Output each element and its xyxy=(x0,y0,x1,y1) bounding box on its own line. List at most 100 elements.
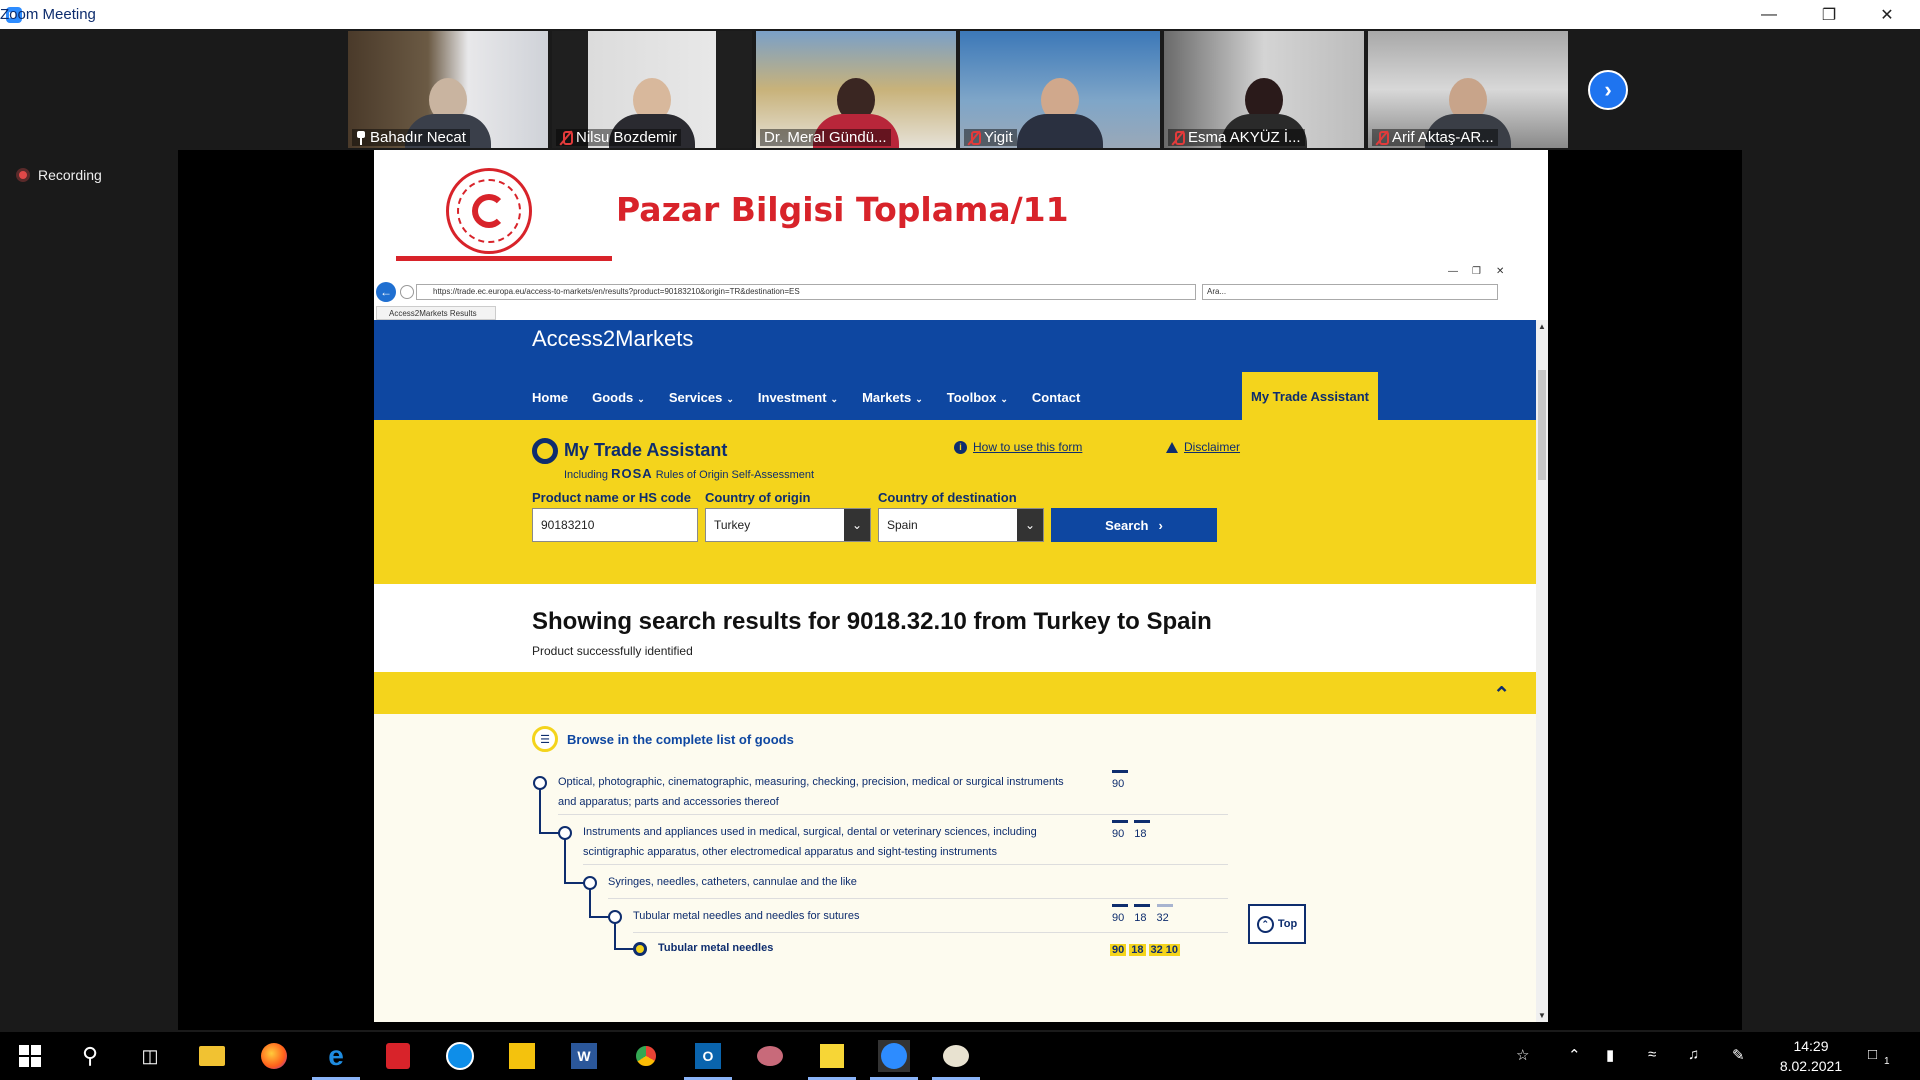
snip-tool-icon[interactable] xyxy=(754,1040,786,1072)
browser-restore-button[interactable]: ❐ xyxy=(1472,266,1481,277)
tree-node-selected[interactable] xyxy=(633,942,647,956)
chevron-right-icon: › xyxy=(1604,77,1612,102)
people-icon[interactable]: ☆ xyxy=(1516,1046,1529,1064)
tree-node[interactable] xyxy=(583,876,597,890)
word-icon[interactable]: W xyxy=(568,1040,600,1072)
tree-item-text[interactable]: Tubular metal needles xyxy=(658,938,958,958)
search-button[interactable]: Search › xyxy=(1051,508,1217,542)
trade-assistant-form: My Trade Assistant Including ROSA Rules … xyxy=(374,420,1536,584)
file-explorer-icon[interactable] xyxy=(196,1040,228,1072)
windows-logo-icon xyxy=(19,1045,41,1067)
divider xyxy=(633,932,1228,933)
close-button[interactable]: ✕ xyxy=(1858,0,1916,29)
forward-arrow-icon[interactable] xyxy=(400,285,414,299)
media-player-icon[interactable] xyxy=(506,1040,538,1072)
zoom-title-bar: Zoom Meeting — ❐ ✕ xyxy=(0,0,1920,29)
browse-goods-link[interactable]: Browse in the complete list of goods xyxy=(567,732,794,747)
search-icon[interactable]: ⚲ xyxy=(74,1040,106,1072)
teamviewer-icon[interactable] xyxy=(444,1040,476,1072)
trade-assistant-ring-icon xyxy=(532,438,558,464)
paint-icon[interactable] xyxy=(932,1040,980,1080)
participant-tile[interactable]: Dr. Meral Gündü... xyxy=(756,31,956,148)
chevron-up-icon[interactable]: ⌃ xyxy=(1568,1046,1581,1064)
clock-time: 14:29 xyxy=(1793,1038,1829,1054)
zoom-taskbar-icon[interactable] xyxy=(870,1040,918,1080)
firefox-icon[interactable] xyxy=(258,1040,290,1072)
nav-markets[interactable]: Markets ⌄ xyxy=(862,390,923,405)
chevron-down-icon: ⌄ xyxy=(1017,509,1043,541)
scroll-thumb[interactable] xyxy=(1538,370,1546,480)
record-dot-icon xyxy=(16,168,30,182)
system-clock[interactable]: 14:29 8.02.2021 xyxy=(1776,1036,1846,1076)
participant-tile[interactable]: Yigit xyxy=(960,31,1160,148)
tree-node[interactable] xyxy=(608,910,622,924)
how-to-link[interactable]: i How to use this form xyxy=(954,440,1082,454)
pen-icon[interactable]: ✎ xyxy=(1732,1046,1745,1064)
start-button[interactable] xyxy=(14,1040,46,1072)
recording-indicator[interactable]: Recording xyxy=(16,167,102,183)
hs-code-part: 90 xyxy=(1112,820,1129,840)
tree-item-text[interactable]: Instruments and appliances used in medic… xyxy=(583,822,1083,862)
muted-mic-icon xyxy=(1376,130,1389,145)
back-arrow-icon[interactable]: ← xyxy=(376,282,396,302)
participant-tile[interactable]: Esma AKYÜZ İ... xyxy=(1164,31,1364,148)
next-participants-button[interactable]: › xyxy=(1588,70,1628,110)
collapse-bar[interactable]: ⌃ xyxy=(374,672,1536,714)
url-field[interactable]: https://trade.ec.europa.eu/access-to-mar… xyxy=(416,284,1196,300)
browser-minimize-button[interactable]: — xyxy=(1448,266,1458,277)
participant-tile[interactable]: Bahadır Necat xyxy=(348,31,548,148)
wifi-icon[interactable]: ≈ xyxy=(1648,1046,1656,1063)
nav-home[interactable]: Home xyxy=(532,390,568,405)
divider xyxy=(608,898,1228,899)
nav-services[interactable]: Services ⌄ xyxy=(669,390,734,405)
edge-icon[interactable]: e xyxy=(312,1040,360,1080)
chevron-up-icon[interactable]: ⌃ xyxy=(1493,682,1510,707)
scroll-down-icon[interactable]: ▼ xyxy=(1538,1011,1546,1020)
outlook-icon[interactable]: O xyxy=(684,1040,732,1080)
notifications-icon[interactable]: □ xyxy=(1868,1046,1877,1063)
task-view-icon[interactable]: ◫ xyxy=(134,1040,166,1072)
tree-item-text[interactable]: Syringes, needles, catheters, cannulae a… xyxy=(608,872,1068,892)
minimize-button[interactable]: — xyxy=(1740,0,1798,29)
nav-investment[interactable]: Investment ⌄ xyxy=(758,390,838,405)
destination-select[interactable]: Spain ⌄ xyxy=(878,508,1044,542)
volume-icon[interactable]: ♫ xyxy=(1688,1046,1699,1063)
nav-goods[interactable]: Goods ⌄ xyxy=(592,390,645,405)
nav-toolbox[interactable]: Toolbox ⌄ xyxy=(947,390,1008,405)
origin-select[interactable]: Turkey ⌄ xyxy=(705,508,871,542)
page-scrollbar[interactable]: ▲ ▼ xyxy=(1536,320,1548,1022)
ministry-emblem-icon xyxy=(446,168,532,254)
browser-tab[interactable]: Access2Markets Results xyxy=(376,306,496,320)
browser-close-button[interactable]: ✕ xyxy=(1496,266,1504,277)
form-subtitle-pre: Including xyxy=(564,469,609,481)
destination-value: Spain xyxy=(887,518,918,532)
browser-search-field[interactable]: Ara... xyxy=(1202,284,1498,300)
access2markets-page: Access2Markets Home Goods ⌄ Services ⌄ Inv… xyxy=(374,320,1536,1022)
restore-button[interactable]: ❐ xyxy=(1800,0,1858,29)
chrome-icon[interactable] xyxy=(630,1040,662,1072)
nav-label: Home xyxy=(532,390,569,405)
tree-node[interactable] xyxy=(558,826,572,840)
pin-icon xyxy=(356,130,366,145)
participant-tile[interactable]: Nilsu Bozdemir xyxy=(552,31,752,148)
disclaimer-link[interactable]: Disclaimer xyxy=(1166,440,1240,454)
tree-item-text[interactable]: Tubular metal needles and needles for su… xyxy=(633,906,1073,926)
back-to-top-button[interactable]: ⌃ Top xyxy=(1248,904,1306,944)
hs-code-part: 18 xyxy=(1129,944,1146,956)
chevron-down-icon: ⌄ xyxy=(844,509,870,541)
product-input[interactable]: 90183210 xyxy=(532,508,698,542)
acrobat-icon[interactable] xyxy=(382,1040,414,1072)
battery-icon[interactable]: ▮ xyxy=(1606,1046,1614,1064)
sticky-notes-icon[interactable] xyxy=(808,1040,856,1080)
tree-item-text[interactable]: Optical, photographic, cinematographic, … xyxy=(558,772,1078,812)
tree-node[interactable] xyxy=(533,776,547,790)
scroll-up-icon[interactable]: ▲ xyxy=(1538,322,1546,331)
my-trade-assistant-button[interactable]: My Trade Assistant xyxy=(1242,372,1378,420)
hs-code: 90 18 32 xyxy=(1112,904,1173,924)
participant-tile[interactable]: Arif Aktaş-AR... xyxy=(1368,31,1568,148)
nav-label: Services xyxy=(668,390,723,405)
muted-mic-icon xyxy=(560,130,573,145)
site-brand[interactable]: Access2Markets xyxy=(532,326,693,352)
participant-name: Bahadır Necat xyxy=(370,129,466,146)
nav-contact[interactable]: Contact xyxy=(1032,390,1080,405)
